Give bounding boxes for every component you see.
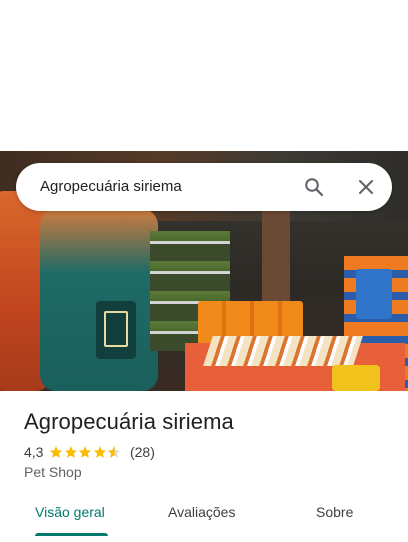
active-tab-indicator xyxy=(35,533,108,536)
star-icon xyxy=(93,446,107,458)
tab-avaliacoes[interactable]: Avaliações xyxy=(168,504,235,520)
close-icon[interactable] xyxy=(356,177,376,197)
map-blank-area xyxy=(0,0,408,151)
star-icon xyxy=(64,446,78,458)
search-bar[interactable]: Agropecuária siriema xyxy=(16,163,392,211)
tab-visao-geral[interactable]: Visão geral xyxy=(35,504,105,520)
star-icon xyxy=(50,446,63,458)
rating-value: 4,3 xyxy=(24,444,44,460)
search-input[interactable]: Agropecuária siriema xyxy=(40,178,182,195)
review-count[interactable]: (28) xyxy=(130,444,155,460)
star-rating xyxy=(49,445,122,459)
star-icon xyxy=(79,446,92,458)
place-title: Agropecuária siriema xyxy=(24,409,234,434)
place-category[interactable]: Pet Shop xyxy=(24,464,82,480)
half-star-icon xyxy=(108,446,121,458)
tab-sobre[interactable]: Sobre xyxy=(316,504,353,520)
search-icon[interactable] xyxy=(304,177,324,197)
rating-row[interactable]: 4,3 (28) xyxy=(24,443,155,461)
